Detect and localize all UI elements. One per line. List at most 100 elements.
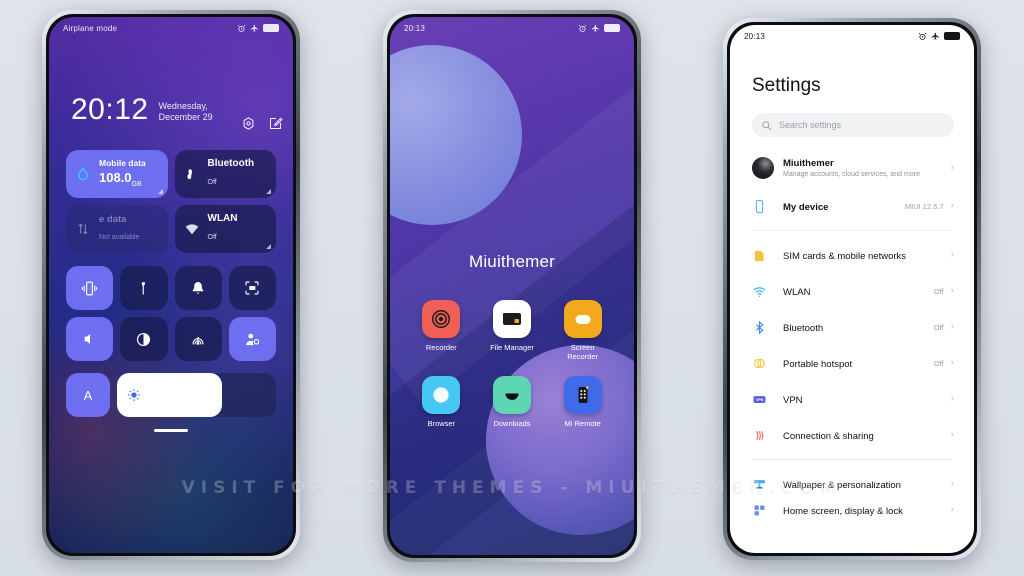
section-divider [752, 459, 952, 460]
settings-row-vpn[interactable]: VPN VPN › [730, 381, 974, 417]
status-time: 20:13 [744, 31, 766, 41]
battery-icon [944, 32, 960, 40]
phone-device-settings: 20:13 Settings Search settings Miuitheme… [723, 18, 981, 560]
tile-wlan-text: WLAN Off [208, 213, 238, 244]
row-label-wrap: Connection & sharing [783, 426, 944, 444]
tile-vibrate[interactable] [66, 266, 114, 310]
settings-row-home-screen-lock[interactable]: Home screen, display & lock › [730, 502, 974, 518]
settings-row-connection-sharing[interactable]: Connection & sharing › [730, 417, 974, 453]
dark-mode-contrast-icon [137, 332, 151, 346]
edit-pencil-icon[interactable] [268, 116, 283, 131]
vpn-icon: VPN [752, 392, 773, 407]
status-icons-group [918, 32, 960, 41]
app-browser[interactable]: Browser [406, 375, 477, 428]
settings-row-my-device[interactable]: My device MIUI 12.5.7 › [730, 188, 974, 224]
tile-mobile-data-value: 108.0 [99, 170, 132, 186]
phone3-screen: 20:13 Settings Search settings Miuitheme… [730, 25, 974, 553]
status-time: 20:13 [404, 23, 426, 33]
tile-bluetooth-sub: Off [207, 179, 217, 187]
row-label: VPN [783, 395, 803, 406]
app-screen-recorder[interactable]: Screen Recorder [547, 300, 618, 362]
row-label: SIM cards & mobile networks [783, 251, 907, 262]
tile-wlan-title: WLAN [207, 213, 238, 225]
tile-mobile-data-unit: GB [131, 181, 142, 189]
flashlight-icon [142, 281, 146, 295]
chevron-right-icon: › [950, 321, 954, 332]
lockscreen-date: Wednesday, December 29 [158, 101, 213, 123]
tile-dark-mode[interactable] [120, 317, 168, 361]
data-usage-arrows-icon [74, 220, 92, 238]
row-value: Off [933, 286, 944, 296]
row-label-wrap: WLAN [783, 282, 934, 300]
row-label-wrap: VPN [783, 390, 944, 408]
status-icons-group [237, 24, 279, 33]
sharing-icon [752, 428, 773, 443]
bluetooth-icon [752, 320, 773, 335]
row-value: Off [933, 358, 944, 368]
device-label-wrap: My device [783, 197, 905, 215]
app-label: File Manager [490, 343, 534, 352]
app-mi-remote[interactable]: Mi Remote [547, 375, 618, 428]
battery-icon [263, 24, 279, 32]
airplane-icon [250, 24, 258, 31]
account-subtitle: Manage accounts, cloud services, and mor… [783, 170, 920, 178]
sim-icon [752, 248, 773, 263]
tile-bluetooth-text: Bluetooth Off [208, 158, 255, 189]
tile-wlan-sub: Off [207, 234, 217, 242]
phone3-bezel: 20:13 Settings Search settings Miuitheme… [727, 22, 977, 556]
settings-row-wallpaper-personalization[interactable]: Wallpaper & personalization › [730, 466, 974, 502]
chevron-right-icon: › [950, 478, 954, 489]
tile-mobile-data[interactable]: Mobile data 108.0GB [66, 150, 168, 198]
tile-screenshot[interactable] [228, 266, 276, 310]
settings-row-wlan[interactable]: WLAN Off › [730, 273, 974, 309]
tile-wlan[interactable]: WLAN Off [174, 205, 276, 253]
home-gesture-handle[interactable] [154, 429, 188, 432]
app-downloads[interactable]: Downloads [477, 375, 548, 428]
alarm-icon [918, 32, 927, 40]
recorder-icon [422, 300, 461, 338]
tile-bluetooth[interactable]: Bluetooth Off [174, 150, 276, 198]
tile-expand-corner[interactable] [157, 189, 163, 194]
chevron-right-icon: › [950, 393, 954, 404]
settings-gear-icon[interactable] [241, 116, 256, 131]
alarm-icon [237, 24, 246, 32]
row-label: Connection & sharing [783, 431, 874, 442]
section-divider [752, 230, 952, 231]
auto-brightness-button[interactable]: A [66, 373, 110, 417]
tile-bluetooth-title: Bluetooth [207, 158, 255, 170]
lockscreen-time: 20:12 [71, 93, 149, 126]
remote-icon [563, 375, 602, 414]
brightness-slider[interactable] [117, 373, 276, 417]
tile-mute[interactable] [66, 317, 114, 361]
screenshot-icon [245, 281, 259, 295]
account-text: Miuithemer Manage accounts, cloud servic… [783, 158, 951, 178]
location-person-icon [246, 333, 260, 345]
app-recorder[interactable]: Recorder [406, 300, 477, 362]
phone2-status-bar: 20:13 [390, 17, 634, 39]
tile-flashlight[interactable] [120, 266, 168, 310]
alarm-icon [578, 24, 587, 32]
search-input[interactable]: Search settings [752, 113, 954, 137]
tile-expand-corner[interactable] [266, 244, 271, 249]
folder-icon [492, 300, 531, 338]
bluetooth-earbud-icon [183, 165, 201, 183]
tile-expand-corner[interactable] [266, 189, 271, 194]
tile-mobile-data-secondary[interactable]: e data Not available [66, 205, 168, 253]
app-file-manager[interactable]: File Manager [477, 300, 548, 362]
row-label: Wallpaper & personalization [783, 480, 901, 491]
chevron-right-icon: › [950, 285, 954, 296]
tile-location[interactable] [228, 317, 276, 361]
settings-row-account[interactable]: Miuithemer Manage accounts, cloud servic… [730, 147, 974, 188]
row-label-wrap: Home screen, display & lock [783, 502, 951, 518]
settings-row-sim-cards[interactable]: SIM cards & mobile networks › [730, 237, 974, 273]
tile-cast[interactable] [174, 317, 222, 361]
tile-do-not-disturb[interactable] [174, 266, 222, 310]
phone2-bezel: 20:13 Miuithemer Recorder File Manager S… [387, 14, 637, 558]
settings-row-bluetooth[interactable]: Bluetooth Off › [730, 309, 974, 345]
vibrate-icon [81, 281, 98, 295]
search-placeholder: Search settings [779, 120, 842, 130]
device-label: My device [783, 202, 829, 213]
chevron-right-icon: › [950, 357, 954, 368]
settings-row-portable-hotspot[interactable]: Portable hotspot Off › [730, 345, 974, 381]
app-label: Downloads [493, 418, 531, 428]
